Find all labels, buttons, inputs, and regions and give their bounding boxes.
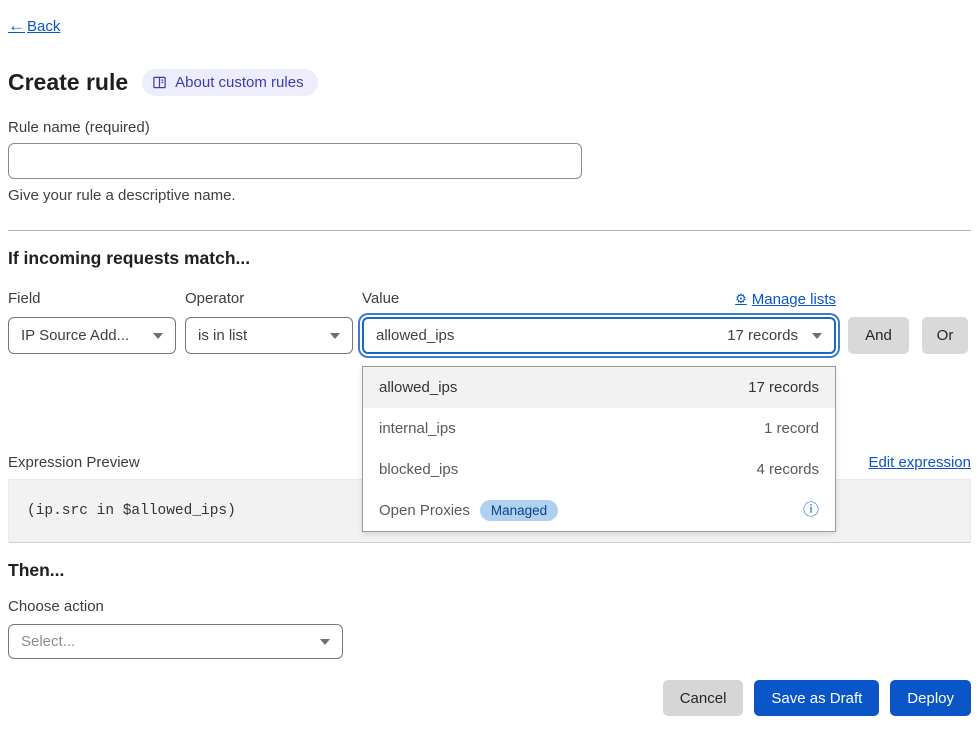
about-label: About custom rules	[175, 74, 303, 91]
action-select-placeholder: Select...	[21, 633, 75, 650]
expression-preview-label: Expression Preview	[8, 454, 140, 471]
cancel-button[interactable]: Cancel	[663, 680, 744, 716]
rule-name-helper: Give your rule a descriptive name.	[8, 187, 971, 204]
about-custom-rules-link[interactable]: About custom rules	[142, 69, 317, 96]
book-icon	[152, 75, 167, 90]
back-arrow-icon: ←	[8, 16, 25, 36]
list-option-blocked-ips[interactable]: blocked_ips 4 records	[363, 449, 835, 490]
manage-lists-link[interactable]: ⚙ Manage lists	[735, 291, 836, 308]
list-option-name: allowed_ips	[379, 379, 457, 396]
action-select[interactable]: Select...	[8, 624, 343, 659]
list-option-name: internal_ips	[379, 420, 456, 437]
list-option-name: Open Proxies	[379, 502, 470, 519]
or-button[interactable]: Or	[922, 317, 968, 354]
list-option-allowed-ips[interactable]: allowed_ips 17 records	[363, 367, 835, 408]
operator-label: Operator	[185, 290, 353, 308]
chevron-down-icon	[812, 333, 822, 339]
value-select-meta: 17 records	[727, 327, 798, 344]
choose-action-label: Choose action	[8, 598, 971, 615]
page-title: Create rule	[8, 69, 128, 96]
info-icon[interactable]: ⓘ	[803, 503, 819, 519]
manage-lists-label: Manage lists	[752, 291, 836, 308]
value-select[interactable]: allowed_ips 17 records	[362, 317, 836, 354]
match-section-heading: If incoming requests match...	[8, 248, 971, 269]
back-label: Back	[27, 18, 60, 35]
list-option-meta: 4 records	[756, 461, 819, 478]
condition-row: Field IP Source Add... Operator is in li…	[8, 290, 971, 354]
list-option-meta: 1 record	[764, 420, 819, 437]
value-label: Value	[362, 290, 399, 308]
field-select[interactable]: IP Source Add...	[8, 317, 176, 354]
then-section-heading: Then...	[8, 560, 971, 581]
gear-icon: ⚙	[735, 291, 747, 307]
operator-select-value: is in list	[198, 327, 247, 344]
value-select-value: allowed_ips	[376, 327, 454, 344]
edit-expression-link[interactable]: Edit expression	[868, 454, 971, 471]
chevron-down-icon	[153, 333, 163, 339]
chevron-down-icon	[320, 639, 330, 645]
list-option-meta: 17 records	[748, 379, 819, 396]
list-option-name: blocked_ips	[379, 461, 458, 478]
managed-badge: Managed	[480, 500, 558, 521]
field-select-value: IP Source Add...	[21, 327, 129, 344]
and-button[interactable]: And	[848, 317, 909, 354]
section-divider	[8, 230, 971, 231]
chevron-down-icon	[330, 333, 340, 339]
field-label: Field	[8, 290, 176, 308]
operator-select[interactable]: is in list	[185, 317, 353, 354]
rule-name-input[interactable]	[8, 143, 582, 179]
back-link[interactable]: ← Back	[8, 16, 60, 36]
list-option-open-proxies[interactable]: Open Proxies Managed ⓘ	[363, 490, 835, 531]
save-as-draft-button[interactable]: Save as Draft	[754, 680, 879, 716]
list-dropdown: allowed_ips 17 records internal_ips 1 re…	[362, 366, 836, 532]
create-rule-page: ← Back Create rule About custom rules Ru…	[0, 0, 979, 716]
expression-code: (ip.src in $allowed_ips)	[27, 503, 236, 519]
deploy-button[interactable]: Deploy	[890, 680, 971, 716]
list-option-internal-ips[interactable]: internal_ips 1 record	[363, 408, 835, 449]
rule-name-label: Rule name (required)	[8, 119, 971, 136]
